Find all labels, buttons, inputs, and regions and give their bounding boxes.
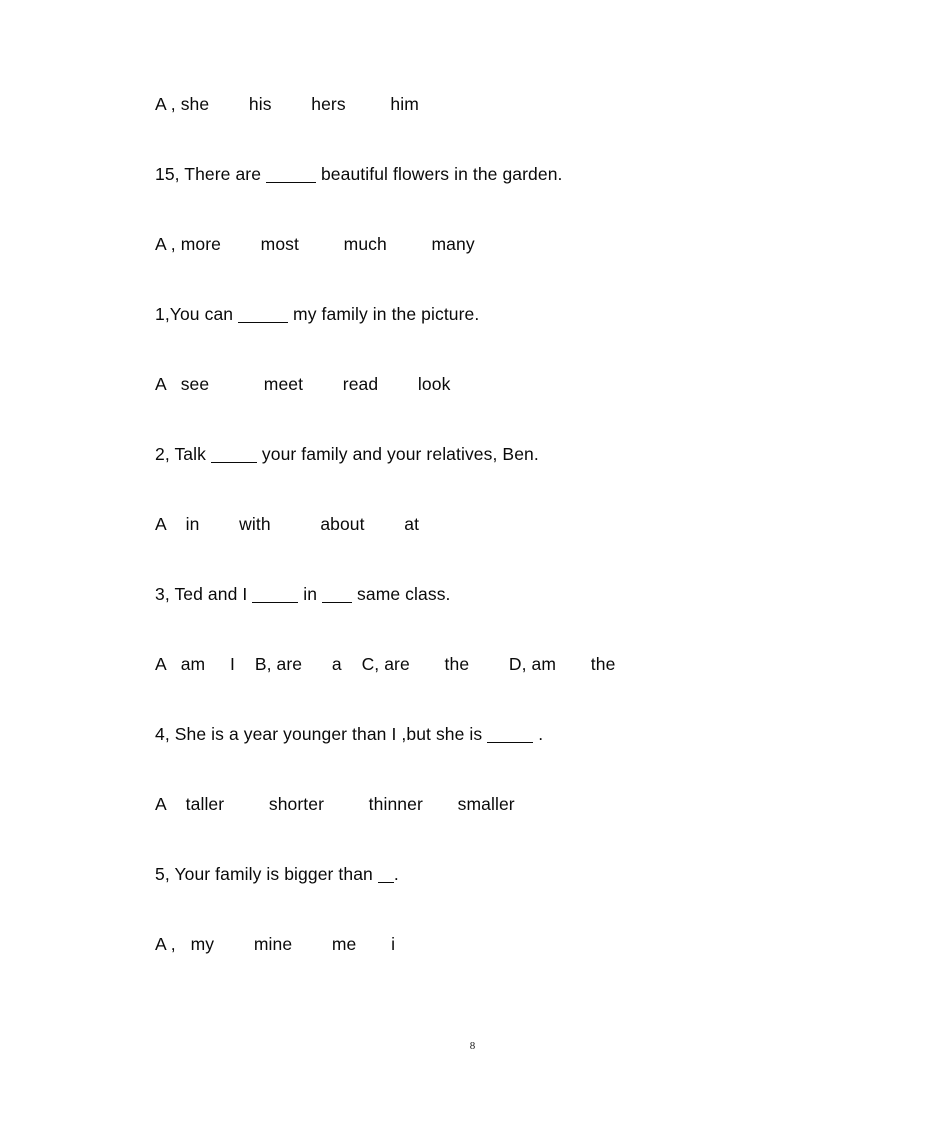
fill-in-blank[interactable]: [252, 589, 299, 603]
fill-in-blank[interactable]: [238, 309, 289, 323]
question-text-middle: in: [298, 584, 323, 604]
question-text-suffix: .: [533, 724, 544, 744]
worksheet-body: A , she his hers him 15, There are beaut…: [155, 94, 855, 954]
question-text-prefix: 15, There are: [155, 164, 267, 184]
question-text-prefix: 2, Talk: [155, 444, 211, 464]
question-text-suffix: same class.: [352, 584, 451, 604]
answer-options-row: A taller shorter thinner smaller: [155, 794, 515, 814]
answer-options-row: A , she his hers him: [155, 94, 419, 114]
question-line: 15, There are beautiful flowers in the g…: [155, 164, 855, 184]
question-text-prefix: 3, Ted and I: [155, 584, 253, 604]
fill-in-blank[interactable]: [377, 869, 394, 883]
fill-in-blank[interactable]: [210, 449, 257, 463]
answer-options-row: A see meet read look: [155, 374, 451, 394]
fill-in-blank[interactable]: [487, 729, 534, 743]
answer-options-row: A am I B, are a C, are the D, am the: [155, 654, 616, 674]
document-page: A , she his hers him 15, There are beaut…: [0, 0, 945, 1123]
fill-in-blank[interactable]: [266, 169, 317, 183]
question-text-suffix: my family in the picture.: [288, 304, 480, 324]
question-line: 5, Your family is bigger than .: [155, 864, 855, 884]
question-text-prefix: 5, Your family is bigger than: [155, 864, 378, 884]
question-line: 4, She is a year younger than I ,but she…: [155, 724, 855, 744]
answer-options-row: A in with about at: [155, 514, 420, 534]
question-line: 2, Talk your family and your relatives, …: [155, 444, 855, 464]
page-number: 8: [469, 1040, 476, 1052]
question-text-suffix: .: [393, 864, 399, 884]
question-text-suffix: beautiful flowers in the garden.: [316, 164, 563, 184]
question-text-suffix: your family and your relatives, Ben.: [256, 444, 539, 464]
answer-options-row: A , more most much many: [155, 234, 475, 254]
answer-options-row: A , my mine me i: [155, 934, 396, 954]
question-text-prefix: 4, She is a year younger than I ,but she…: [155, 724, 488, 744]
question-line: 3, Ted and I in same class.: [155, 584, 855, 604]
question-text-prefix: 1,You can: [155, 304, 239, 324]
question-line: 1,You can my family in the picture.: [155, 304, 855, 324]
fill-in-blank-second[interactable]: [322, 589, 353, 603]
